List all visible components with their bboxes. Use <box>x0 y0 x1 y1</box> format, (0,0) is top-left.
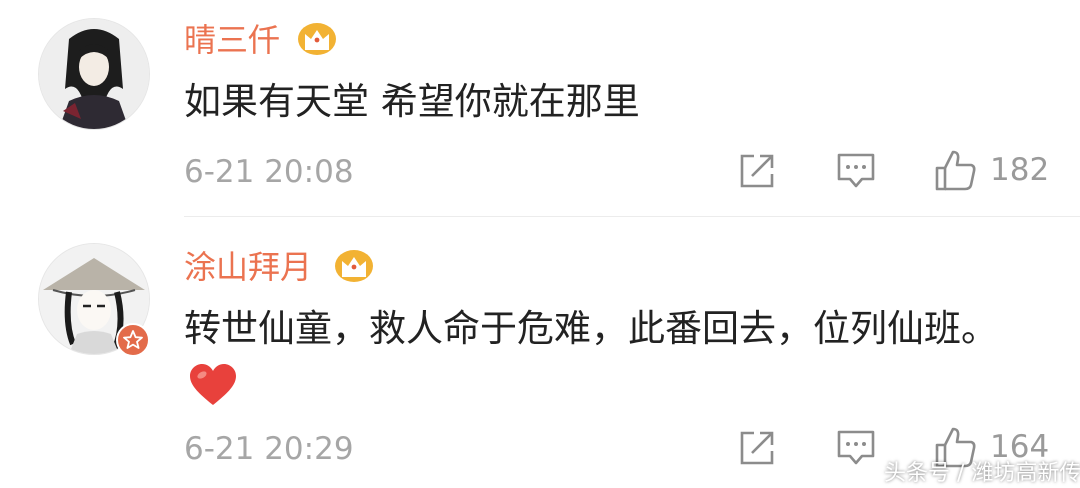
reply-icon[interactable] <box>836 152 876 190</box>
comment-text: 如果有天堂 希望你就在那里 <box>184 80 640 123</box>
comment-time: 6-21 20:08 <box>184 154 354 190</box>
vip-star-badge-icon <box>116 323 150 357</box>
username[interactable]: 晴三仟 <box>184 20 280 60</box>
comment-time: 6-21 20:29 <box>184 431 354 467</box>
watermark: 头条号 / 潍坊高新传媒 <box>884 461 1080 486</box>
share-icon[interactable] <box>738 152 776 190</box>
avatar[interactable] <box>38 18 150 130</box>
like-button[interactable]: 182 <box>934 148 1054 192</box>
comment-item: 晴三仟 如果有天堂 希望你就在那里 6-21 20:08 182 <box>0 0 1080 216</box>
avatar-illustration <box>39 19 149 129</box>
crown-vip-icon <box>298 23 336 55</box>
heart-emoji <box>190 364 236 405</box>
reply-icon[interactable] <box>836 429 876 467</box>
crown-vip-icon <box>335 250 373 282</box>
like-icon <box>935 150 976 191</box>
share-icon[interactable] <box>738 429 776 467</box>
username[interactable]: 涂山拜月 <box>184 247 312 287</box>
comment-item: 涂山拜月 转世仙童，救人命于危难，此番回去，位列仙班。 6-21 20:29 1… <box>0 217 1080 488</box>
like-count: 182 <box>990 152 1050 188</box>
comment-text: 转世仙童，救人命于危难，此番回去，位列仙班。 <box>184 307 998 350</box>
